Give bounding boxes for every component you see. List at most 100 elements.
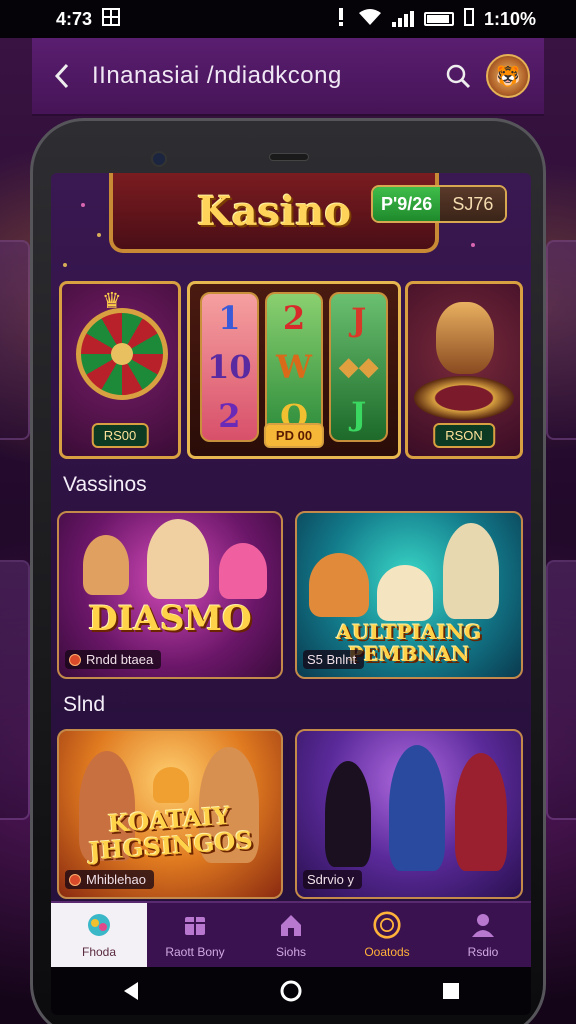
sparkle [97, 233, 101, 237]
coin-icon [69, 873, 81, 886]
app-title: IInanasiai /ndiadkcong [92, 62, 342, 89]
game-caption-text: Sdrvio y [307, 872, 354, 887]
game-caption-text: S5 Bnlnt [307, 652, 357, 667]
character-figure [83, 535, 129, 595]
character-figure [443, 523, 499, 619]
balance-display[interactable]: P'9/26 SJ76 [371, 185, 508, 223]
character-figure [455, 753, 507, 871]
reel-symbol: 1 [218, 299, 241, 338]
bottom-navigation: Fhoda Raott Bony Siohs Ooatods Rsdio [51, 901, 531, 967]
game-caption: Sdrvio y [303, 870, 362, 889]
balance-secondary: SJ76 [440, 187, 506, 221]
slot-chip-label: RSON [433, 423, 495, 448]
nav-label: Rsdio [467, 945, 499, 959]
casino-chip-icon [373, 911, 401, 939]
nav-label: Siohs [275, 945, 307, 959]
reel-slot-card[interactable]: 1 10 2 2 W O J ◆◆ J PD 00 [187, 281, 401, 459]
app-header: IInanasiai /ndiadkcong 🐯 [32, 38, 544, 116]
slot-reels: 1 10 2 2 W O J ◆◆ J [200, 292, 389, 442]
game-card[interactable]: AULTPIAING PEMBNAN S5 Bnlnt [295, 511, 523, 679]
nav-item-home[interactable]: Fhoda [51, 903, 147, 967]
status-bar: 4:73 1:10% [0, 0, 576, 38]
featured-slots-row: ♛ RS00 1 10 2 2 W O J ◆◆ J PD 00 RSON [59, 281, 525, 461]
nav-label: Ooatods [364, 945, 410, 959]
mask-slot-card[interactable]: RSON [405, 281, 523, 459]
coin-icon [69, 653, 81, 666]
background-slot-machine-right-lower [546, 560, 576, 820]
game-card[interactable]: DIASMO Rndd btaea [57, 511, 283, 679]
game-caption-text: Rndd btaea [86, 652, 154, 667]
background-slot-machine-left-lower [0, 560, 30, 820]
roulette-wheel-icon [76, 308, 168, 400]
slot-chip-label: PD 00 [263, 423, 325, 448]
phone-screen: Kasino P'9/26 SJ76 ♛ RS00 1 10 2 2 W O J… [51, 173, 531, 1015]
sparkle [471, 243, 475, 247]
balance-primary: P'9/26 [373, 187, 441, 221]
nav-item-lobby[interactable]: Siohs [243, 903, 339, 967]
reel: J ◆◆ J [329, 292, 389, 442]
banner-title: Kasino [196, 187, 352, 235]
avatar[interactable]: 🐯 [486, 54, 530, 98]
tiger-mascot-icon: 🐯 [495, 65, 521, 88]
game-caption-text: Mhiblehao [86, 872, 146, 887]
background-slot-machine-left [0, 240, 30, 440]
search-button[interactable] [430, 62, 486, 90]
reel-symbol: J [351, 300, 367, 339]
nav-label: Fhoda [81, 945, 117, 959]
character-figure [153, 767, 189, 803]
calculator-icon [102, 7, 121, 31]
character-figure [147, 519, 209, 599]
wifi-icon [358, 8, 382, 31]
system-back-button[interactable] [111, 971, 151, 1011]
phone-top-bezel [33, 143, 543, 173]
character-figure [309, 553, 369, 617]
nav-item-contests[interactable]: Ooatods [339, 903, 435, 967]
background-slot-machine-right [546, 240, 576, 440]
system-recents-button[interactable] [431, 971, 471, 1011]
back-button[interactable] [32, 37, 92, 115]
system-home-button[interactable] [271, 971, 311, 1011]
slot-chip-label: RS00 [91, 423, 149, 448]
reel-symbol: 2 [282, 299, 306, 338]
nav-item-profile[interactable]: Rsdio [435, 903, 531, 967]
reel: 2 W O [264, 292, 324, 442]
game-caption: Mhiblehao [65, 870, 154, 889]
battery-saver-icon [463, 7, 474, 31]
search-icon [446, 64, 471, 89]
golden-mask-icon [436, 302, 494, 374]
game-card[interactable]: Sdrvio y [295, 729, 523, 899]
nav-item-rewards[interactable]: Raott Bony [147, 903, 243, 967]
notification-icon [334, 7, 348, 32]
roulette-slot-card[interactable]: ♛ RS00 [59, 281, 181, 459]
game-card[interactable]: KOATAIY JHGSINGOS Mhiblehao [57, 729, 283, 899]
nav-label: Raott Bony [165, 945, 225, 959]
reel-symbol: 10 [207, 347, 252, 386]
character-figure [325, 761, 371, 867]
square-recents-icon [443, 983, 459, 999]
front-camera-icon [151, 151, 167, 167]
reel: 1 10 2 [200, 292, 259, 442]
battery-icon [423, 12, 454, 26]
game-controller-icon [85, 911, 113, 939]
status-battery-percent: 1:10% [483, 8, 536, 29]
status-time-left: 4:73 [56, 8, 93, 29]
cellular-signal-icon [391, 11, 414, 27]
profile-icon [469, 911, 497, 939]
character-figure [389, 745, 445, 871]
reel-symbol: J [351, 395, 367, 434]
section-title: Vassinos [63, 473, 147, 496]
roulette-wheel-icon [414, 376, 514, 420]
gold-nuggets-icon: ◆◆ [338, 351, 379, 382]
reel-symbol: 2 [218, 396, 241, 435]
game-title: DIASMO [88, 599, 252, 639]
circle-home-icon [280, 980, 302, 1002]
earpiece-speaker [269, 153, 309, 161]
character-figure [219, 543, 267, 599]
character-figure [377, 565, 433, 621]
system-navigation-bar [51, 967, 531, 1015]
triangle-back-icon [124, 982, 138, 1000]
section-title: Slnd [63, 693, 106, 716]
gift-box-icon [181, 911, 209, 939]
game-caption: S5 Bnlnt [303, 650, 365, 669]
game-caption: Rndd btaea [65, 650, 162, 669]
